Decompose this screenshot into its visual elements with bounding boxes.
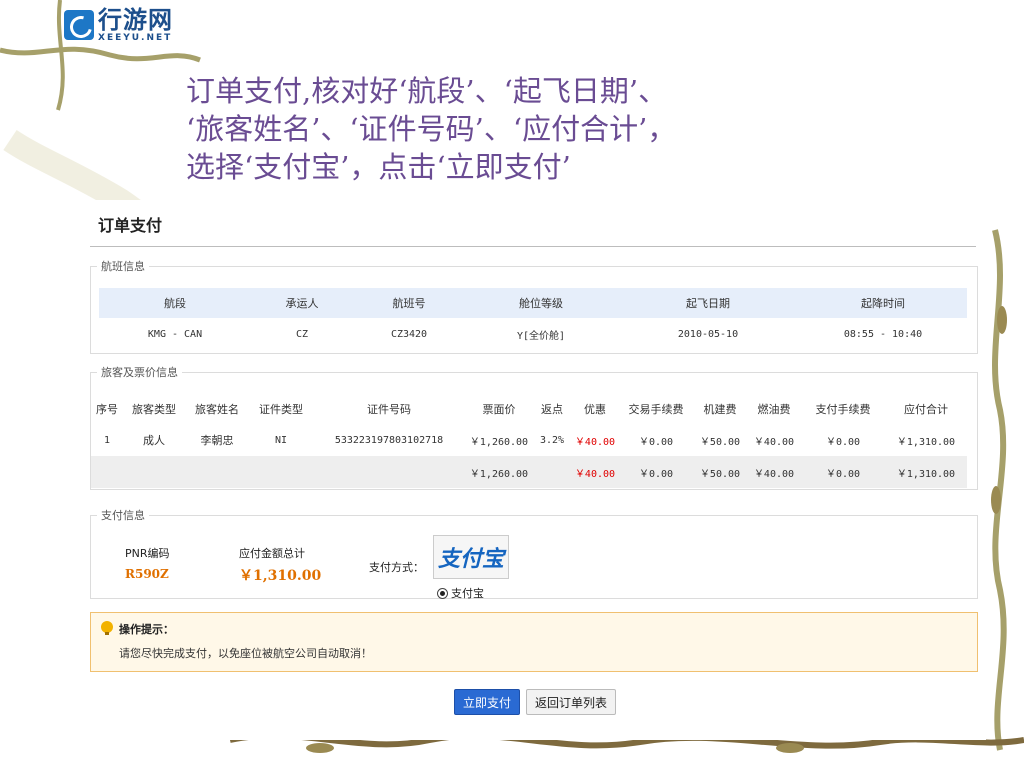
table-row: KMG - CAN CZ CZ3420 Y[全价舱] 2010-05-10 08… bbox=[99, 318, 967, 350]
table-row: 1 成人 李朝忠 NI 533223197803102718 ￥1,260.00… bbox=[91, 424, 967, 456]
column-header: 旅客类型 bbox=[123, 394, 185, 424]
table-cell: ￥0.00 bbox=[825, 436, 861, 448]
tip-text: 请您尽快完成支付，以免座位被航空公司自动取消！ bbox=[119, 647, 372, 660]
column-header: 起降时间 bbox=[799, 288, 967, 318]
table-cell: 2010-05-10 bbox=[677, 328, 739, 340]
table-cell: ￥40.00 bbox=[571, 456, 619, 488]
table-cell: CZ bbox=[295, 328, 309, 340]
passenger-info-section: 旅客及票价信息 序号 旅客类型 旅客姓名 证件类型 证件号码 票面价 返点 优惠… bbox=[90, 364, 978, 490]
column-header: 起飞日期 bbox=[617, 288, 799, 318]
column-header: 燃油费 bbox=[747, 394, 801, 424]
alipay-logo-text: 支付宝 bbox=[437, 546, 504, 572]
flight-info-section: 航班信息 航段 承运人 航班号 舱位等级 起飞日期 起降时间 KMG - CAN… bbox=[90, 258, 978, 354]
column-header: 序号 bbox=[91, 394, 123, 424]
order-payment-panel: 订单支付 航班信息 航段 承运人 航班号 舱位等级 起飞日期 起降时间 KMG … bbox=[80, 200, 986, 740]
logo-cn: 行游网 bbox=[98, 5, 173, 34]
column-header: 票面价 bbox=[465, 394, 533, 424]
instruction-line: 订单支付,核对好‘航段’、‘起飞日期’、 bbox=[186, 74, 668, 108]
column-header: 航段 bbox=[99, 288, 251, 318]
instruction-line: ‘旅客姓名’、‘证件号码’、‘应付合计’， bbox=[186, 112, 677, 146]
column-header: 应付合计 bbox=[885, 394, 967, 424]
table-cell: ￥0.00 bbox=[801, 456, 885, 488]
pnr-value: R590Z bbox=[125, 567, 169, 581]
site-logo: 行游网 XEEYU.NET bbox=[64, 4, 173, 46]
column-header: 返点 bbox=[533, 394, 571, 424]
table-cell: CZ3420 bbox=[390, 328, 428, 340]
column-header: 证件号码 bbox=[313, 394, 465, 424]
column-header: 舱位等级 bbox=[465, 288, 617, 318]
table-cell: 1 bbox=[103, 434, 111, 446]
passenger-table: 序号 旅客类型 旅客姓名 证件类型 证件号码 票面价 返点 优惠 交易手续费 机… bbox=[91, 394, 967, 488]
table-cell: NI bbox=[274, 434, 288, 446]
table-cell bbox=[533, 456, 571, 488]
instruction-line: 选择‘支付宝’，点击‘立即支付’ bbox=[186, 150, 571, 184]
logo-en: XEEYU.NET bbox=[98, 32, 173, 43]
table-cell: ￥1,310.00 bbox=[896, 436, 956, 448]
pnr-label: PNR编码 bbox=[125, 547, 170, 560]
alipay-radio-option[interactable]: 支付宝 bbox=[437, 585, 484, 601]
column-header: 旅客姓名 bbox=[185, 394, 249, 424]
table-total-row: ￥1,260.00 ￥40.00 ￥0.00 ￥50.00 ￥40.00 ￥0.… bbox=[91, 456, 967, 488]
payment-info-section: 支付信息 PNR编码 R590Z 应付金额总计 ￥1,310.00 支付方式： … bbox=[90, 507, 978, 601]
back-to-orders-button[interactable]: 返回订单列表 bbox=[526, 689, 616, 715]
table-header-row: 航段 承运人 航班号 舱位等级 起飞日期 起降时间 bbox=[99, 288, 967, 318]
alipay-logo[interactable]: 支付宝 bbox=[433, 535, 509, 579]
table-cell: ￥50.00 bbox=[699, 436, 741, 448]
column-header: 证件类型 bbox=[249, 394, 313, 424]
lightbulb-icon bbox=[101, 621, 113, 635]
alipay-radio-label: 支付宝 bbox=[451, 587, 484, 600]
table-cell: 533223197803102718 bbox=[334, 434, 444, 446]
table-cell bbox=[91, 456, 465, 488]
table-cell: ￥50.00 bbox=[693, 456, 747, 488]
table-cell: ￥1,260.00 bbox=[465, 456, 533, 488]
table-cell: 08:55 - 10:40 bbox=[843, 328, 923, 340]
operation-tip-box: 操作提示： 请您尽快完成支付，以免座位被航空公司自动取消！ bbox=[90, 612, 978, 672]
amount-label: 应付金额总计 bbox=[239, 547, 305, 560]
table-cell: ￥40.00 bbox=[747, 456, 801, 488]
payment-info-legend: 支付信息 bbox=[101, 509, 145, 522]
amount-value: ￥1,310.00 bbox=[239, 568, 322, 584]
passenger-info-legend: 旅客及票价信息 bbox=[101, 366, 178, 379]
column-header: 承运人 bbox=[251, 288, 353, 318]
flight-table: 航段 承运人 航班号 舱位等级 起飞日期 起降时间 KMG - CAN CZ C… bbox=[99, 288, 967, 350]
table-cell: Y[全价舱] bbox=[516, 330, 566, 342]
table-cell: ￥40.00 bbox=[574, 436, 616, 448]
table-cell: ￥0.00 bbox=[619, 456, 693, 488]
table-header-row: 序号 旅客类型 旅客姓名 证件类型 证件号码 票面价 返点 优惠 交易手续费 机… bbox=[91, 394, 967, 424]
column-header: 机建费 bbox=[693, 394, 747, 424]
payment-method-label: 支付方式： bbox=[369, 561, 424, 574]
divider bbox=[90, 246, 976, 247]
table-cell: ￥1,310.00 bbox=[885, 456, 967, 488]
table-cell: 李朝忠 bbox=[200, 434, 234, 447]
column-header: 交易手续费 bbox=[619, 394, 693, 424]
table-cell: 3.2% bbox=[539, 434, 565, 446]
table-cell: ￥40.00 bbox=[753, 436, 795, 448]
table-cell: KMG - CAN bbox=[147, 328, 203, 340]
page-title: 订单支付 bbox=[98, 216, 163, 235]
table-cell: 成人 bbox=[143, 434, 165, 447]
pay-now-button[interactable]: 立即支付 bbox=[454, 689, 520, 715]
logo-mark-icon bbox=[64, 10, 94, 40]
table-cell: ￥0.00 bbox=[638, 436, 674, 448]
tip-title: 操作提示： bbox=[119, 623, 174, 636]
radio-selected-icon[interactable] bbox=[437, 587, 448, 599]
column-header: 优惠 bbox=[571, 394, 619, 424]
column-header: 航班号 bbox=[353, 288, 465, 318]
instruction-text: 订单支付,核对好‘航段’、‘起飞日期’、 ‘旅客姓名’、‘证件号码’、‘应付合计… bbox=[186, 72, 906, 186]
table-cell: ￥1,260.00 bbox=[469, 436, 529, 448]
flight-info-legend: 航班信息 bbox=[101, 260, 145, 273]
column-header: 支付手续费 bbox=[801, 394, 885, 424]
